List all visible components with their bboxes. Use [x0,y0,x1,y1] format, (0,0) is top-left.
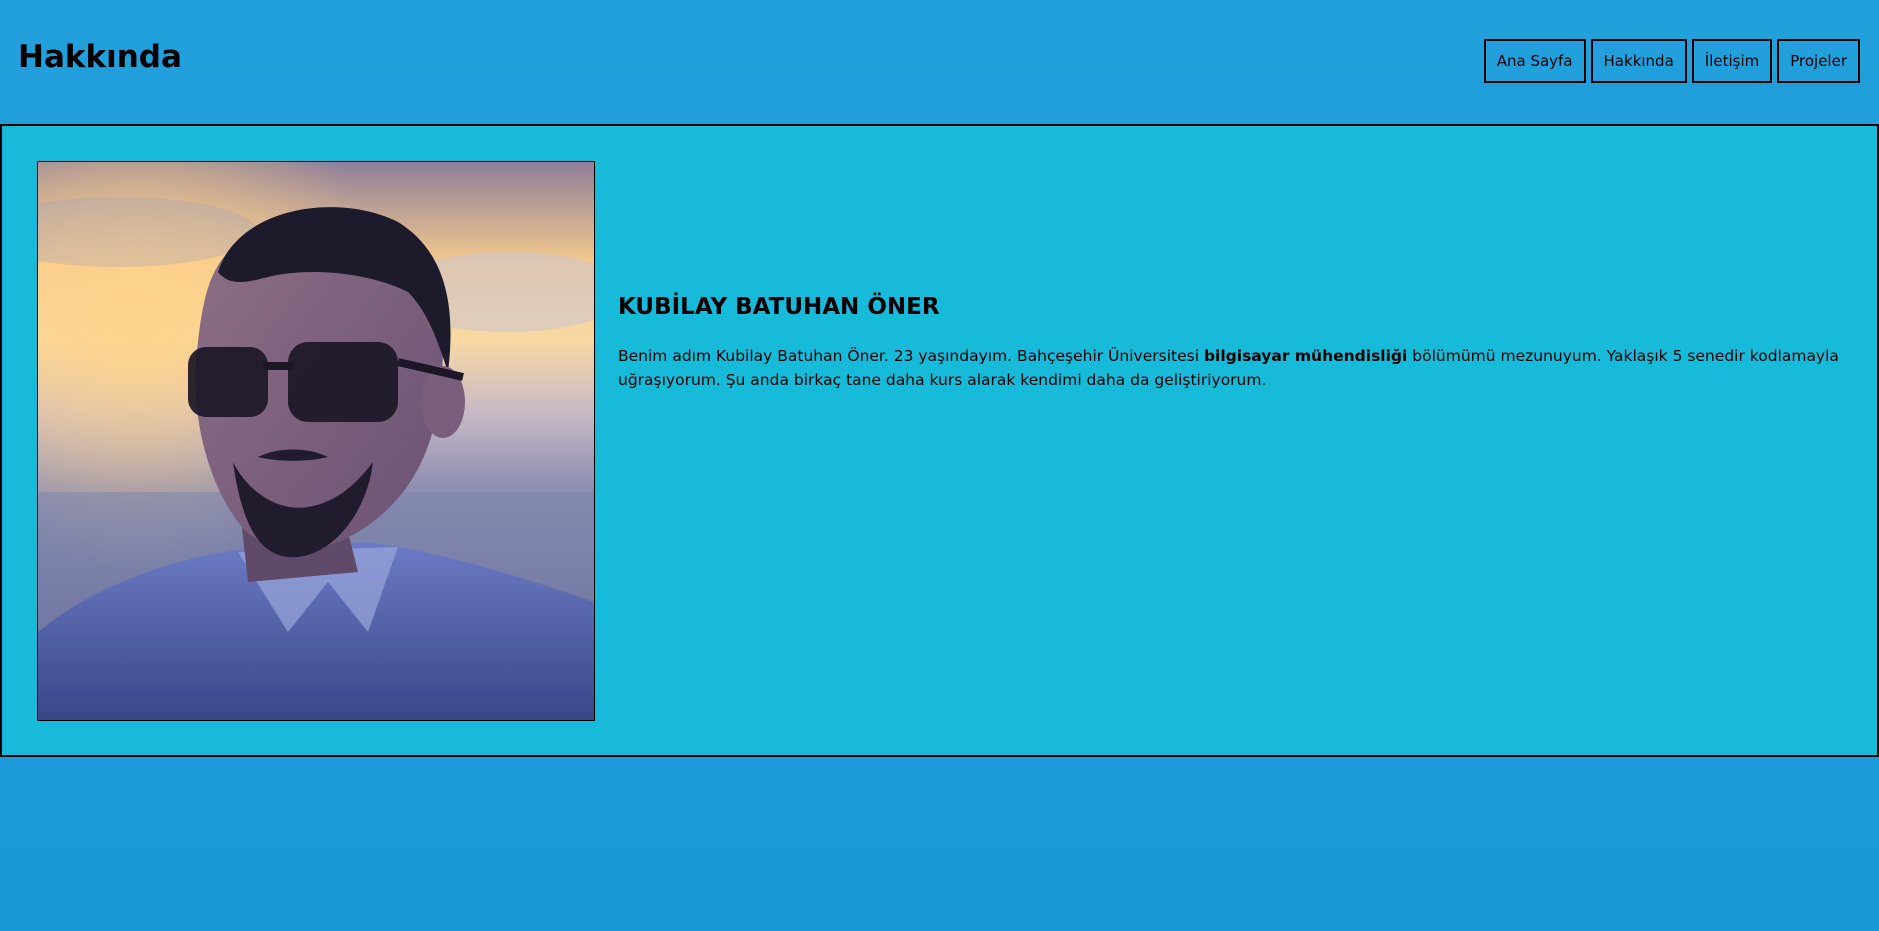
bio-block: KUBİLAY BATUHAN ÖNER Benim adım Kubilay … [618,294,1864,392]
bio-text-highlight: bilgisayar mühendisliği [1203,346,1408,365]
profile-photo [37,161,595,721]
bio-text-start: Benim adım Kubilay Batuhan Öner. 23 yaşı… [618,346,1204,365]
bio-paragraph: Benim adım Kubilay Batuhan Öner. 23 yaşı… [618,344,1864,392]
main-nav: Ana Sayfa Hakkında İletişim Projeler [1483,39,1860,83]
page-title: Hakkında [18,39,182,75]
nav-projects-button[interactable]: Projeler [1777,39,1860,83]
nav-home-button[interactable]: Ana Sayfa [1483,39,1586,83]
nav-contact-button[interactable]: İletişim [1691,39,1773,83]
site-header: Hakkında Ana Sayfa Hakkında İletişim Pro… [0,0,1879,124]
about-section: KUBİLAY BATUHAN ÖNER Benim adım Kubilay … [0,124,1879,757]
nav-about-button[interactable]: Hakkında [1590,39,1687,83]
profile-name: KUBİLAY BATUHAN ÖNER [618,294,940,320]
